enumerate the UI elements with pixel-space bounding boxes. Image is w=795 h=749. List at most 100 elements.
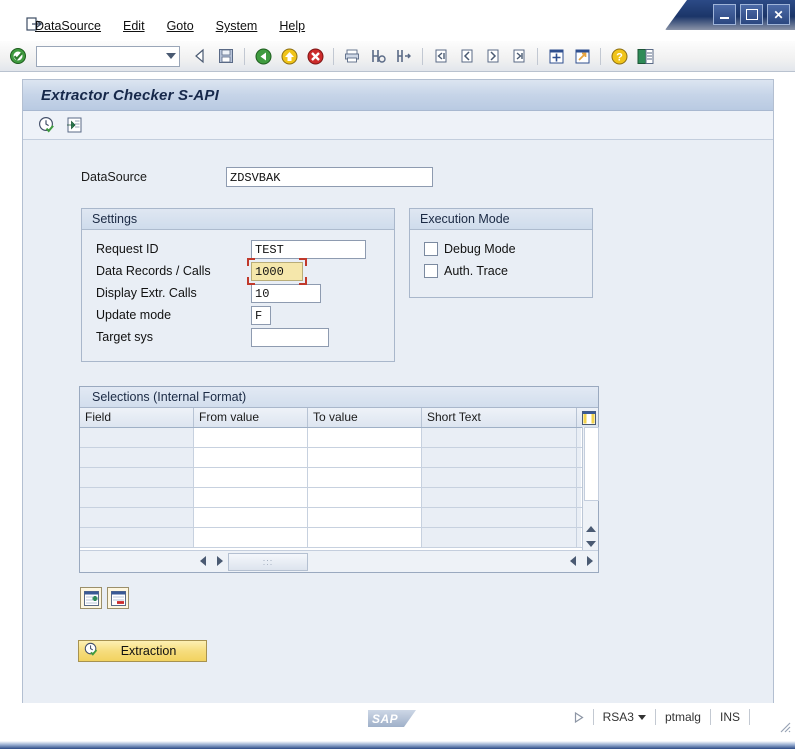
cell-short-text[interactable] [422,488,577,507]
cell-field[interactable] [80,508,194,527]
cell-to-value[interactable] [308,508,422,527]
cancel-yellow-icon[interactable] [277,44,301,68]
scroll-up-button[interactable] [583,521,598,536]
target-sys-input[interactable] [251,327,329,347]
table-row[interactable] [80,528,598,548]
scroll-down-button[interactable] [583,536,598,551]
debug-mode-row[interactable]: Debug Mode [410,238,592,260]
save-icon[interactable] [214,44,238,68]
datasource-input[interactable]: ZDSVBAK [226,167,433,187]
cell-to-value[interactable] [308,428,422,447]
cell-from-value[interactable] [194,468,308,487]
table-row[interactable] [80,488,598,508]
cell-from-value[interactable] [194,528,308,547]
command-field[interactable] [36,45,180,67]
table-row[interactable] [80,428,598,448]
resize-grip-icon[interactable] [777,719,791,733]
cell-from-value[interactable] [194,428,308,447]
sap-gui-window: ✕ DataSource Edit Goto System Help ? Ext… [0,0,795,749]
chevron-down-icon[interactable] [637,714,646,720]
create-session-icon[interactable] [544,44,568,68]
menu-item-goto[interactable]: Goto [156,17,205,35]
menu-item-goto-label: Goto [166,19,194,33]
last-page-icon[interactable] [507,44,531,68]
cell-to-value[interactable] [308,448,422,467]
help-icon[interactable]: ? [607,44,631,68]
cell-to-value[interactable] [308,528,422,547]
auth-trace-checkbox[interactable] [424,264,438,278]
cell-to-value[interactable] [308,488,422,507]
close-button[interactable]: ✕ [767,4,790,25]
scroll-page-right-button[interactable] [581,553,598,569]
cell-field[interactable] [80,488,194,507]
arrow-left-icon [569,556,576,566]
auth-trace-row[interactable]: Auth. Trace [410,260,592,282]
cell-short-text[interactable] [422,508,577,527]
chevron-down-icon[interactable] [166,52,176,59]
menu-item-datasource[interactable]: DataSource [24,17,112,35]
horizontal-scrollbar-track[interactable]: ::: [228,553,564,571]
display-extr-calls-input[interactable]: 10 [251,283,321,303]
maximize-button[interactable] [740,4,763,25]
stop-red-icon[interactable] [303,44,327,68]
screen-title-bar: Extractor Checker S-API [23,80,773,111]
first-page-icon[interactable] [429,44,453,68]
column-header-to-value[interactable]: To value [308,408,422,427]
find-icon[interactable] [366,44,390,68]
cell-short-text[interactable] [422,468,577,487]
data-records-label: Data Records / Calls [96,264,211,278]
data-records-input[interactable]: 1000 [251,261,303,281]
create-shortcut-icon[interactable] [570,44,594,68]
cell-field[interactable] [80,468,194,487]
horizontal-scrollbar-thumb[interactable]: ::: [228,553,308,571]
cell-from-value[interactable] [194,508,308,527]
vertical-scrollbar-thumb[interactable] [584,427,599,501]
scroll-left-button[interactable] [194,553,211,569]
cell-to-value[interactable] [308,468,422,487]
cell-field[interactable] [80,448,194,467]
cell-from-value[interactable] [194,488,308,507]
update-mode-input[interactable]: F [251,305,271,325]
cell-short-text[interactable] [422,448,577,467]
previous-page-icon[interactable] [455,44,479,68]
column-config-icon[interactable] [577,408,596,427]
execute-clock-icon[interactable] [37,115,57,135]
table-row[interactable] [80,508,598,528]
customize-layout-icon[interactable] [633,44,657,68]
cell-field[interactable] [80,528,194,547]
print-icon[interactable] [340,44,364,68]
table-row[interactable] [80,448,598,468]
extraction-button[interactable]: Extraction [78,640,207,662]
column-header-field[interactable]: Field [80,408,194,427]
insert-row-button[interactable] [80,587,102,609]
debug-mode-checkbox[interactable] [424,242,438,256]
table-vertical-scrollbar[interactable] [582,427,599,551]
settings-group: Settings Request ID TEST Data Records / … [81,208,395,362]
cell-field[interactable] [80,428,194,447]
scroll-right-button[interactable] [211,553,228,569]
menu-item-system[interactable]: System [205,17,269,35]
back-arrow-icon[interactable] [188,44,212,68]
status-insert-mode[interactable]: INS [709,709,749,725]
column-header-short-text[interactable]: Short Text [422,408,577,427]
export-green-icon[interactable] [65,115,85,135]
cell-pad [577,508,581,527]
cell-short-text[interactable] [422,528,577,547]
cell-short-text[interactable] [422,428,577,447]
menu-item-help[interactable]: Help [268,17,316,35]
delete-row-button[interactable] [107,587,129,609]
exit-green-icon[interactable] [251,44,275,68]
enter-check-icon[interactable] [6,44,30,68]
request-id-input[interactable]: TEST [251,239,366,259]
table-row[interactable] [80,468,598,488]
scroll-page-left-button[interactable] [564,553,581,569]
next-page-icon[interactable] [481,44,505,68]
column-header-from-value[interactable]: From value [194,408,308,427]
find-next-icon[interactable] [392,44,416,68]
minimize-button[interactable] [713,4,736,25]
table-horizontal-scrollbar[interactable]: ::: [80,550,598,571]
status-transaction[interactable]: RSA3 [592,709,655,725]
menu-item-edit[interactable]: Edit [112,17,156,35]
cell-from-value[interactable] [194,448,308,467]
display-extr-calls-label: Display Extr. Calls [96,286,197,300]
